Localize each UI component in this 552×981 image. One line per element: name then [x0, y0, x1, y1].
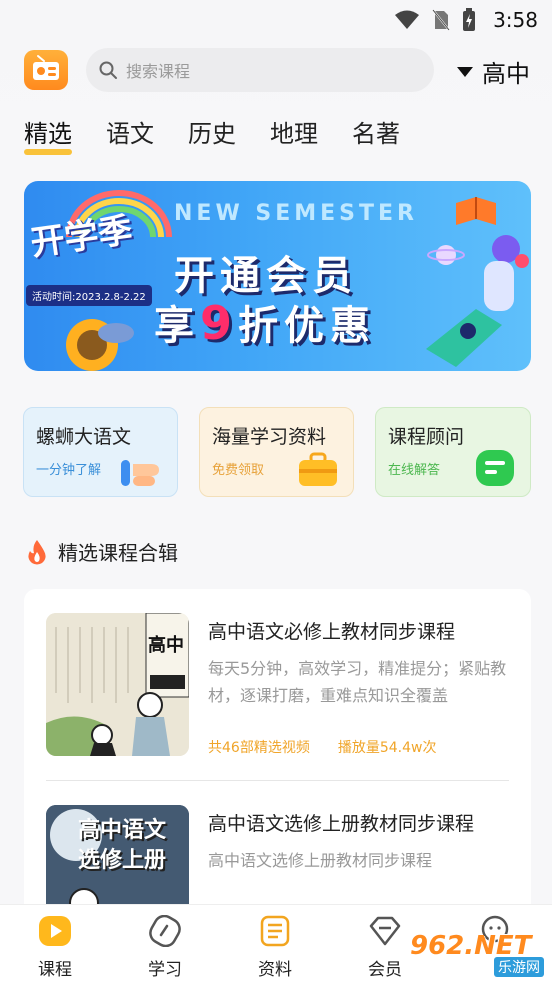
astronaut-rocket-illustration — [426, 235, 529, 367]
course-title: 高中语文选修上册教材同步课程 — [208, 813, 475, 835]
no-sim-icon — [432, 9, 450, 31]
course-item[interactable]: 高中语文 选修上册 高中语文选修上册教材同步课程 高中语文选修上册教材同步课程 — [46, 805, 509, 919]
tab-jingxuan[interactable]: 精选 — [24, 114, 72, 155]
book-icon — [260, 915, 290, 947]
fire-icon — [28, 539, 46, 564]
divider — [46, 780, 509, 781]
watermark-subtext: 乐游网 — [494, 957, 544, 977]
banner-subtitle: NEW SEMESTER — [174, 201, 418, 226]
course-play-count: 播放量54.4w次 — [337, 740, 437, 756]
feature-title: 课程顾问 — [388, 426, 465, 448]
section-title: 精选课程合辑 — [58, 541, 178, 565]
course-stats: 共46部精选视频 播放量54.4w次 — [208, 737, 436, 757]
course-description: 每天5分钟，高效学习，精准提分；紧贴教材，逐课打磨，重难点知识全覆盖 — [208, 659, 507, 705]
status-bar: 3:58 — [0, 0, 552, 38]
diamond-icon — [369, 916, 401, 946]
radio-icon — [33, 55, 59, 80]
feature-title: 螺蛳大语文 — [36, 426, 132, 448]
category-tabs: 精选 语文 历史 地理 名著 — [24, 114, 400, 155]
feature-card-advisor[interactable]: 课程顾问 在线解答 — [375, 407, 531, 497]
caret-down-icon — [457, 66, 473, 77]
nav-label: 资料 — [258, 960, 292, 980]
bottom-navigation: 课程 学习 资料 会员 962.NET 乐游网 — [0, 904, 552, 981]
grade-label: 高中 — [482, 60, 530, 88]
sunflower-illustration — [66, 319, 134, 371]
feature-title: 海量学习资料 — [212, 426, 327, 448]
course-video-count: 共46部精选视频 — [208, 740, 310, 756]
header: 搜索课程 高中 — [0, 46, 552, 94]
course-description: 高中语文选修上册教材同步课程 — [208, 851, 433, 870]
tab-lishi[interactable]: 历史 — [188, 114, 236, 149]
nav-materials[interactable]: 资料 — [235, 915, 315, 980]
wifi-icon — [395, 10, 419, 29]
banner-brand: 开学季 — [28, 210, 135, 264]
course-thumbnail: 高中语文 选修上册 — [46, 805, 189, 919]
tab-yuwen[interactable]: 语文 — [106, 114, 154, 149]
course-list: 高中 高中语文必修上教材同步课程 每天5分钟，高效学习，精准提分；紧贴教材，逐课… — [24, 589, 531, 919]
course-thumb-title: 高中语文 选修上册 — [78, 817, 167, 873]
status-time: 3:58 — [493, 8, 538, 32]
nav-course[interactable]: 课程 — [15, 915, 95, 980]
search-placeholder: 搜索课程 — [126, 62, 191, 81]
watermark-logo: 962.NET 乐游网 — [408, 927, 548, 977]
course-thumbnail: 高中 — [46, 613, 189, 756]
search-icon — [99, 61, 117, 79]
tab-mingzhu[interactable]: 名著 — [352, 114, 400, 149]
battery-charging-icon — [463, 8, 475, 31]
briefcase-icon — [299, 452, 337, 486]
feature-card-materials[interactable]: 海量学习资料 免费领取 — [199, 407, 354, 497]
course-thumb-title: 高中 — [148, 635, 184, 656]
chat-icon — [476, 450, 514, 486]
feature-card-luosi[interactable]: 螺蛳大语文 一分钟了解 — [23, 407, 178, 497]
tab-dili[interactable]: 地理 — [270, 114, 318, 149]
status-icons — [394, 8, 476, 32]
thumbs-up-icon — [121, 460, 159, 486]
promo-banner[interactable]: 开学季 活动时间:2023.2.8-2.22 NEW SEMESTER 开通会员… — [24, 181, 531, 371]
pencil-icon — [149, 914, 181, 948]
section-header: 精选课程合辑 — [26, 537, 178, 566]
search-bar[interactable]: 搜索课程 — [86, 48, 434, 92]
nav-label: 学习 — [148, 960, 182, 980]
banner-line2: 享9折优惠 — [154, 296, 377, 350]
nav-label: 课程 — [38, 960, 72, 980]
grade-selector[interactable]: 高中 — [456, 54, 530, 89]
app-logo[interactable] — [24, 50, 68, 90]
nav-study[interactable]: 学习 — [125, 914, 205, 980]
course-item[interactable]: 高中 高中语文必修上教材同步课程 每天5分钟，高效学习，精准提分；紧贴教材，逐课… — [46, 613, 509, 763]
course-title: 高中语文必修上教材同步课程 — [208, 621, 456, 643]
play-icon — [39, 916, 71, 946]
